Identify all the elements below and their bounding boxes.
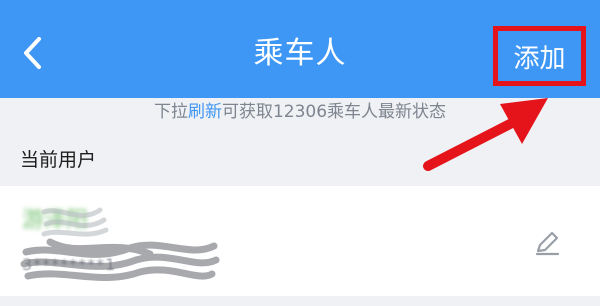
pencil-icon xyxy=(535,231,560,256)
nav-header: 乘车人 添加 xyxy=(0,0,600,98)
refresh-link[interactable]: 刷新 xyxy=(188,102,222,122)
add-passenger-button[interactable]: 添加 xyxy=(493,26,586,86)
back-button[interactable] xyxy=(12,28,52,78)
hint-suffix: 可获取12306乘车人最新状态 xyxy=(221,102,447,122)
section-title-current-user: 当前用户 xyxy=(20,149,97,171)
passenger-page: 乘车人 添加 下拉刷新可获取12306乘车人最新状态 当前用户 游泽阳 3***… xyxy=(0,0,600,306)
passenger-id-number: 3********1 xyxy=(22,255,117,274)
passenger-card[interactable]: 游泽阳 3********1 xyxy=(0,186,600,296)
refresh-hint: 下拉刷新可获取12306乘车人最新状态 xyxy=(0,98,600,126)
passenger-name: 游泽阳 xyxy=(22,208,89,233)
chevron-left-icon xyxy=(24,37,41,69)
edit-passenger-button[interactable] xyxy=(530,226,564,260)
hint-prefix: 下拉 xyxy=(153,102,188,122)
